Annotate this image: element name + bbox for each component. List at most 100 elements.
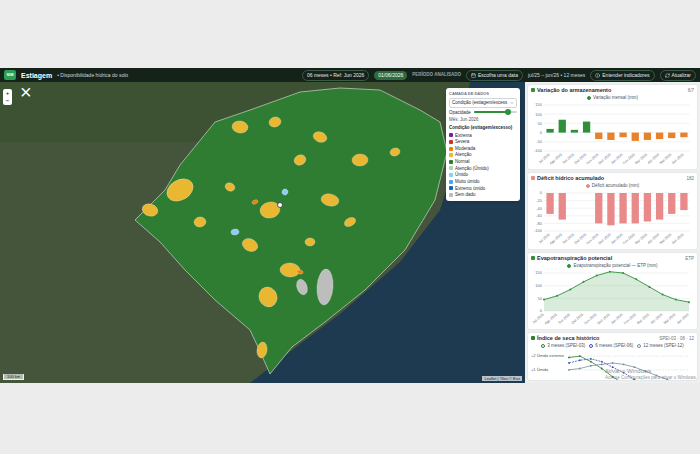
chart-point[interactable] <box>543 298 545 300</box>
chart-point[interactable] <box>579 355 581 357</box>
chart-bar[interactable] <box>559 119 566 132</box>
chart-point[interactable] <box>635 278 637 280</box>
chart-bar[interactable] <box>546 128 553 132</box>
chart-point[interactable] <box>662 293 664 295</box>
close-button[interactable]: × <box>20 82 32 102</box>
municipality-patch[interactable] <box>281 188 289 196</box>
chart-bar[interactable] <box>656 132 663 138</box>
chart-bar[interactable] <box>595 132 602 138</box>
chart-point[interactable] <box>623 363 625 365</box>
chart-point[interactable] <box>688 301 690 303</box>
chart-point[interactable] <box>569 288 571 290</box>
chart-bar[interactable] <box>680 132 687 137</box>
municipality-patch[interactable] <box>240 236 260 254</box>
refresh-button[interactable]: Atualizar <box>660 70 696 81</box>
chart-point[interactable] <box>666 378 668 380</box>
map[interactable]: +−×CAMADA DE DADOSCondição (estiagem/exc… <box>0 82 525 383</box>
municipality-patch[interactable] <box>224 181 236 192</box>
state-shape[interactable] <box>135 88 447 374</box>
chart-bar[interactable] <box>595 193 602 223</box>
card-icon <box>531 256 535 260</box>
municipality-patch[interactable] <box>231 120 248 134</box>
chart-bar[interactable] <box>632 132 639 140</box>
chart-point[interactable] <box>590 360 592 362</box>
chart-bar[interactable] <box>583 121 590 132</box>
chart-bar[interactable] <box>607 132 614 139</box>
municipality-patch[interactable] <box>389 147 401 157</box>
chart-point[interactable] <box>596 274 598 276</box>
municipality-patch[interactable] <box>316 268 334 305</box>
date-button[interactable]: Escolha uma data <box>466 70 523 81</box>
chart-point[interactable] <box>568 362 570 364</box>
series-legend[interactable]: Variação mensal (mm) <box>587 95 638 101</box>
chart-bar[interactable] <box>571 192 578 193</box>
chart-point[interactable] <box>622 272 624 274</box>
municipality-patch[interactable] <box>352 154 368 167</box>
chart-bar[interactable] <box>619 132 626 137</box>
chart-point[interactable] <box>601 363 603 365</box>
opacity-slider[interactable] <box>474 111 517 113</box>
municipality-patch[interactable] <box>297 269 304 274</box>
chart-bar[interactable] <box>607 193 614 225</box>
municipality-patch[interactable] <box>343 216 357 229</box>
series-legend[interactable]: 12 meses (SPEI-12) <box>637 343 684 349</box>
chart-point[interactable] <box>612 366 614 368</box>
series-legend[interactable]: Déficit acumulado (mm) <box>586 183 640 189</box>
chart-point[interactable] <box>590 357 592 359</box>
series-legend[interactable]: 3 meses (SPEI-03) <box>541 343 585 349</box>
chart-bar[interactable] <box>656 193 663 220</box>
municipality-patch[interactable] <box>312 130 329 144</box>
chart-point[interactable] <box>612 362 614 364</box>
chart-bar[interactable] <box>619 193 626 223</box>
chart-point[interactable] <box>675 298 677 300</box>
chart-point[interactable] <box>634 366 636 368</box>
layer-select[interactable]: Condição (estiagem/excess <box>449 98 517 108</box>
zoom-out-button[interactable]: − <box>6 97 10 105</box>
municipality-patch[interactable] <box>292 153 307 167</box>
chart-point[interactable] <box>655 374 657 376</box>
chart-point[interactable] <box>556 294 558 296</box>
chart-point[interactable] <box>644 370 646 372</box>
chart-bar[interactable] <box>668 132 675 138</box>
municipality-patch[interactable] <box>251 199 258 205</box>
municipality-patch[interactable] <box>194 216 207 227</box>
chart-point[interactable] <box>583 280 585 282</box>
municipality-patch[interactable] <box>305 238 315 246</box>
chart-point[interactable] <box>612 375 614 377</box>
chart-point[interactable] <box>648 285 650 287</box>
chart-bar[interactable] <box>632 193 639 223</box>
chart-point[interactable] <box>623 371 625 373</box>
help-button[interactable]: Entender indicadores <box>590 70 654 81</box>
legend-item: Normal <box>449 159 517 165</box>
location-marker[interactable] <box>278 203 283 208</box>
chart-bar[interactable] <box>668 193 675 214</box>
municipality-patch[interactable] <box>231 228 240 235</box>
chart-bar[interactable] <box>546 193 553 214</box>
chart-bar[interactable] <box>583 192 590 193</box>
chart-bar[interactable] <box>571 129 578 132</box>
municipality-patch[interactable] <box>320 192 340 207</box>
municipality-patch[interactable] <box>280 262 301 277</box>
chart-bar[interactable] <box>644 193 651 222</box>
chart-point[interactable] <box>579 359 581 361</box>
municipality-patch[interactable] <box>163 174 197 205</box>
chart-point[interactable] <box>590 364 592 366</box>
municipality-patch[interactable] <box>268 116 282 129</box>
chart-point[interactable] <box>601 360 603 362</box>
chart-bar[interactable] <box>644 132 651 139</box>
chart-point[interactable] <box>568 368 570 370</box>
municipality-patch[interactable] <box>295 278 310 296</box>
municipality-patch[interactable] <box>256 341 268 358</box>
zoom-in-button[interactable]: + <box>6 89 10 97</box>
chart-bar[interactable] <box>559 193 566 220</box>
municipality-patch[interactable] <box>141 202 160 218</box>
chart-point[interactable] <box>601 367 603 369</box>
chart-point[interactable] <box>579 367 581 369</box>
series-legend[interactable]: Evapotranspiração potencial — ETP (mm) <box>567 263 657 269</box>
municipality-patch[interactable] <box>256 285 280 310</box>
chart-bar[interactable] <box>680 193 687 210</box>
series-legend[interactable]: 6 meses (SPEI-06) <box>589 343 633 349</box>
chart-point[interactable] <box>609 270 611 272</box>
chart-point[interactable] <box>634 378 636 380</box>
chart-point[interactable] <box>568 356 570 358</box>
